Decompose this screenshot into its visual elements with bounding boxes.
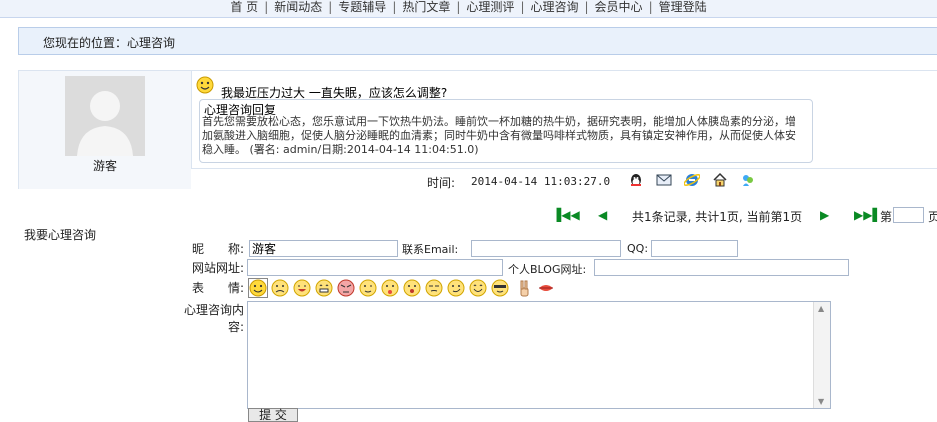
emote-cool-icon[interactable] [491, 279, 509, 297]
content-label: 心理咨询内容: [183, 303, 244, 334]
emote-grin-icon[interactable] [293, 279, 311, 297]
qq-label: QQ: [627, 242, 649, 255]
nav-separator: | [520, 0, 525, 14]
emote-surprise-icon[interactable] [403, 279, 421, 297]
nav-member-center[interactable]: 会员中心 [595, 0, 643, 14]
emote-wink-icon[interactable] [359, 279, 377, 297]
nav-separator: | [328, 0, 333, 14]
scroll-up-icon[interactable]: ▲ [818, 304, 824, 313]
blog-field[interactable] [594, 259, 849, 276]
nav-news[interactable]: 新闻动态 [274, 0, 322, 14]
smiley-icon [196, 76, 214, 94]
emote-lips-icon[interactable] [537, 279, 555, 297]
author-cell: 游客 [19, 71, 192, 189]
email-label: 联系Email: [402, 243, 459, 256]
email-field[interactable] [471, 240, 621, 257]
nickname-label: 昵 称: [191, 242, 244, 256]
emote-tongue-icon[interactable] [381, 279, 399, 297]
nav-consulting[interactable]: 心理咨询 [530, 0, 578, 14]
nav-separator: | [392, 0, 397, 14]
website-field[interactable] [247, 259, 503, 276]
top-nav: 首 页 | 新闻动态 | 专题辅导 | 热门文章 | 心理测评 | 心理咨询 | 会员中心 | 管理登陆 [0, 0, 937, 18]
user-silhouette-icon [65, 76, 145, 156]
nav-assessment[interactable]: 心理测评 [466, 0, 514, 14]
textarea-scrollbar[interactable]: ▲ ▼ [813, 302, 830, 408]
emote-label: 表 情: [191, 281, 244, 295]
next-page-icon[interactable]: ▶ [820, 208, 829, 222]
emote-laugh-icon[interactable] [315, 279, 333, 297]
author-name: 游客 [92, 159, 117, 173]
time-value: 2014-04-14 11:03:27.0 [471, 175, 611, 188]
message-meta-bar: 时间: 2014-04-14 11:03:27.0 [191, 168, 937, 190]
submit-button[interactable]: 提 交 [248, 408, 298, 422]
scroll-down-icon[interactable]: ▼ [818, 397, 824, 406]
reply-text: 首先您需要放松心态，您乐意试用一下饮热牛奶法。睡前饮一杯加糖的热牛奶，据研究表明… [202, 115, 796, 156]
prev-page-icon[interactable]: ◀ [598, 208, 607, 222]
pager-summary: 共1条记录, 共计1页, 当前第1页 [632, 210, 803, 224]
nav-admin-login[interactable]: 管理登陆 [659, 0, 707, 14]
message-entry: 游客 我最近压力过大 一直失眠，应该怎么调整? 心理咨询回复 首先您需要放松心态… [18, 70, 937, 190]
nav-topics[interactable]: 专题辅导 [338, 0, 386, 14]
page-prefix: 第 [880, 210, 893, 224]
nav-separator: | [584, 0, 589, 14]
breadcrumb-text: 您现在的位置：心理咨询 [43, 36, 176, 50]
nav-separator: | [648, 0, 653, 14]
page-number-input[interactable] [893, 207, 924, 223]
nav-hot-articles[interactable]: 热门文章 [402, 0, 450, 14]
emote-happy-icon[interactable] [469, 279, 487, 297]
email-icon[interactable] [656, 172, 672, 188]
msn-icon[interactable] [740, 172, 756, 188]
last-page-icon[interactable]: ▶▶▌ [854, 208, 882, 222]
emote-sleepy-icon[interactable] [425, 279, 443, 297]
avatar [65, 76, 145, 156]
nickname-field[interactable] [249, 240, 398, 257]
page-suffix: 页 [928, 210, 937, 224]
home-icon[interactable] [712, 172, 728, 188]
ie-icon[interactable] [683, 172, 701, 188]
emote-peace-hand-icon[interactable] [515, 279, 533, 297]
reply-box: 心理咨询回复 首先您需要放松心态，您乐意试用一下饮热牛奶法。睡前饮一杯加糖的热牛… [199, 99, 813, 163]
emote-angry-icon[interactable] [337, 279, 355, 297]
qq-field[interactable] [651, 240, 738, 257]
content-textarea[interactable]: ▲ ▼ [247, 301, 831, 409]
nav-home[interactable]: 首 页 [230, 0, 258, 14]
first-page-icon[interactable]: ▐◀◀ [552, 208, 580, 222]
form-title: 我要心理咨询 [24, 228, 97, 242]
emote-smile-icon[interactable] [248, 278, 268, 298]
emote-smirk-icon[interactable] [447, 279, 465, 297]
breadcrumb: 您现在的位置：心理咨询 [18, 27, 937, 55]
qq-icon[interactable] [628, 172, 644, 188]
emote-sad-icon[interactable] [271, 279, 289, 297]
website-label: 网站网址: [191, 261, 244, 275]
nav-separator: | [456, 0, 461, 14]
blog-label: 个人BLOG网址: [508, 263, 587, 276]
time-label: 时间: [427, 176, 456, 190]
nav-separator: | [264, 0, 269, 14]
